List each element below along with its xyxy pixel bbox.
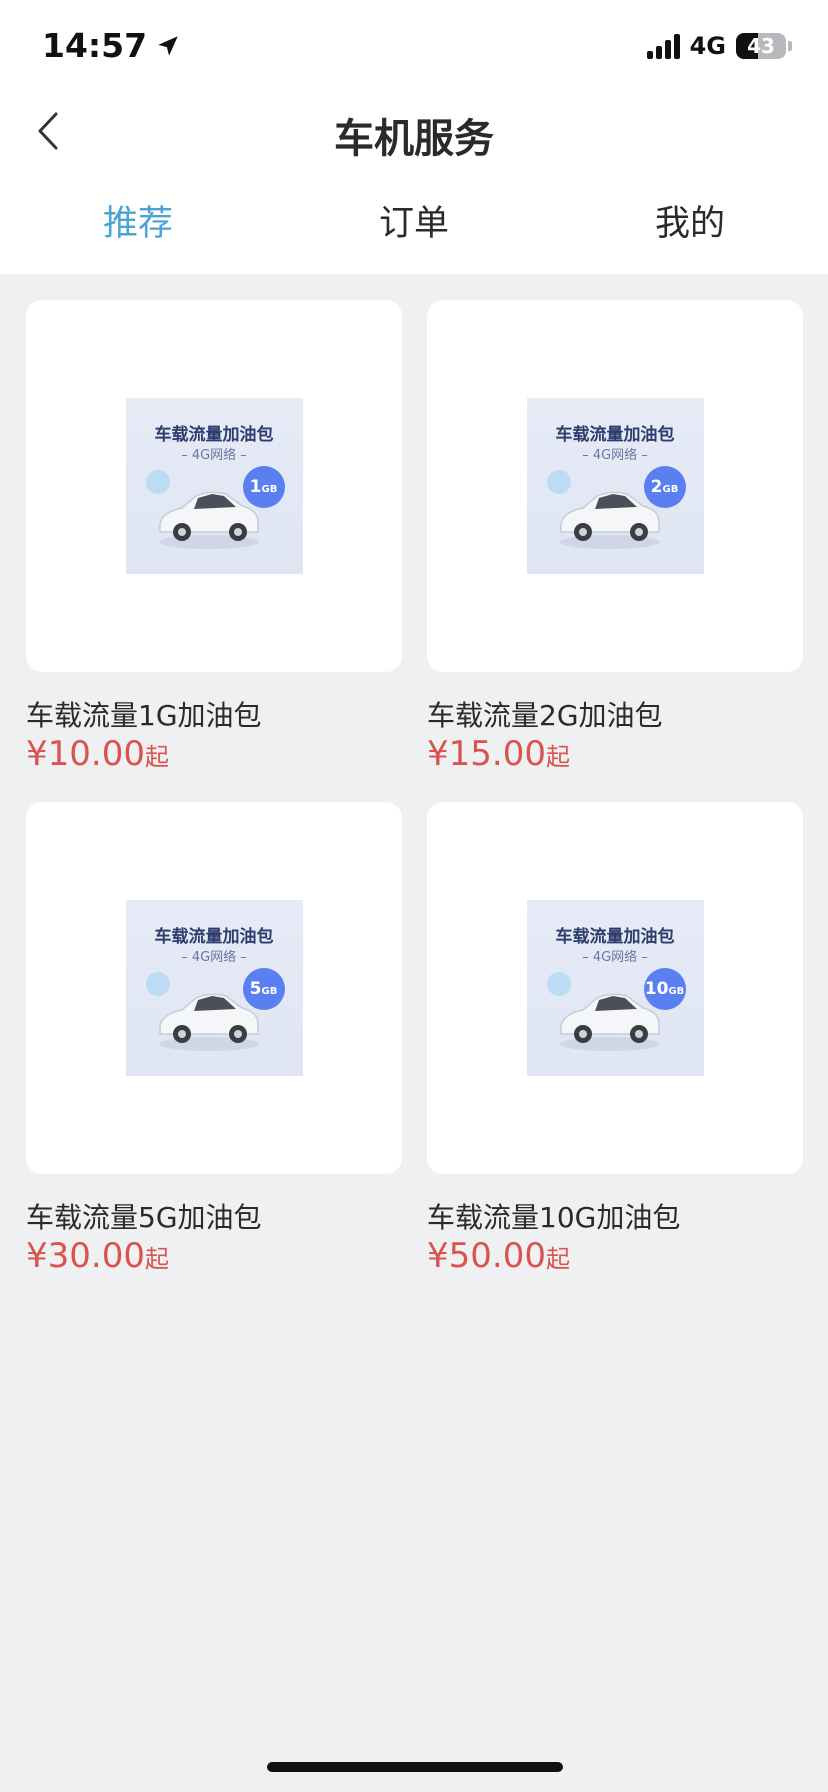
thumb-subtitle: – 4G网络 – [181,448,247,463]
product-name: 车载流量1G加油包 [26,699,262,732]
product-image-box: 车载流量加油包 – 4G网络 – 10 GB [427,802,803,1174]
status-indicators: 4G 43 [646,32,792,60]
page-title: 车机服务 [334,116,494,162]
product-image-box: 车载流量加油包 – 4G网络 – 1 GB [26,300,402,672]
battery-level: 43 [747,34,775,58]
thumb-title: 车载流量加油包 [154,425,274,445]
car-icon [158,993,259,1051]
product-name: 车载流量5G加油包 [26,1201,262,1234]
product-price: ¥10.00起 [26,734,169,774]
product-name: 车载流量2G加油包 [427,699,663,732]
product-price: ¥50.00起 [427,1236,570,1276]
tab-recommend[interactable]: 推荐 [58,195,218,246]
thumb-title: 车载流量加油包 [555,425,675,445]
battery-cap [788,41,792,51]
product-thumbnail: 车载流量加油包 – 4G网络 – 5 GB [125,900,303,1076]
tab-mine[interactable]: 我的 [610,195,770,246]
battery-icon: 43 [736,33,786,59]
status-time: 14:57 [42,26,181,65]
product-name: 车载流量10G加油包 [427,1201,681,1234]
home-indicator[interactable] [267,1762,563,1772]
thumb-title: 车载流量加油包 [555,927,675,947]
thumb-subtitle: – 4G网络 – [181,950,247,965]
location-arrow-icon [158,35,178,56]
product-thumbnail: 车载流量加油包 – 4G网络 – 2 GB [526,398,704,574]
car-icon [158,491,259,549]
time-text: 14:57 [42,26,148,65]
thumb-title: 车载流量加油包 [154,927,274,947]
product-image-box: 车载流量加油包 – 4G网络 – 2 GB [427,300,803,672]
car-icon [559,993,660,1051]
product-image-box: 车载流量加油包 – 4G网络 – 5 GB [26,802,402,1174]
product-card-2g[interactable]: 车载流量加油包 – 4G网络 – 2 GB 车载流量2G加油包 ¥15.00起 [427,300,803,774]
car-icon [559,491,660,549]
thumb-subtitle: – 4G网络 – [582,448,648,463]
product-card-5g[interactable]: 车载流量加油包 – 4G网络 – 5 GB 车载流量5G加油包 ¥30.00起 [26,802,402,1276]
product-price: ¥15.00起 [427,734,570,774]
network-type: 4G [689,32,726,60]
product-price: ¥30.00起 [26,1236,169,1276]
signal-icon [646,33,680,59]
product-card-10g[interactable]: 车载流量加油包 – 4G网络 – 10 GB 车载流量10G加油包 ¥50.00起 [427,802,803,1276]
product-card-1g[interactable]: 车载流量加油包 – 4G网络 – 1 GB 车载流量1G加油包 ¥10.00起 [26,300,402,774]
thumb-subtitle: – 4G网络 – [582,950,648,965]
tab-bar: 推荐 订单 我的 [0,195,828,255]
product-thumbnail: 车载流量加油包 – 4G网络 – 1 GB [125,398,303,574]
tab-orders[interactable]: 订单 [334,195,494,246]
product-thumbnail: 车载流量加油包 – 4G网络 – 10 GB [526,900,704,1076]
